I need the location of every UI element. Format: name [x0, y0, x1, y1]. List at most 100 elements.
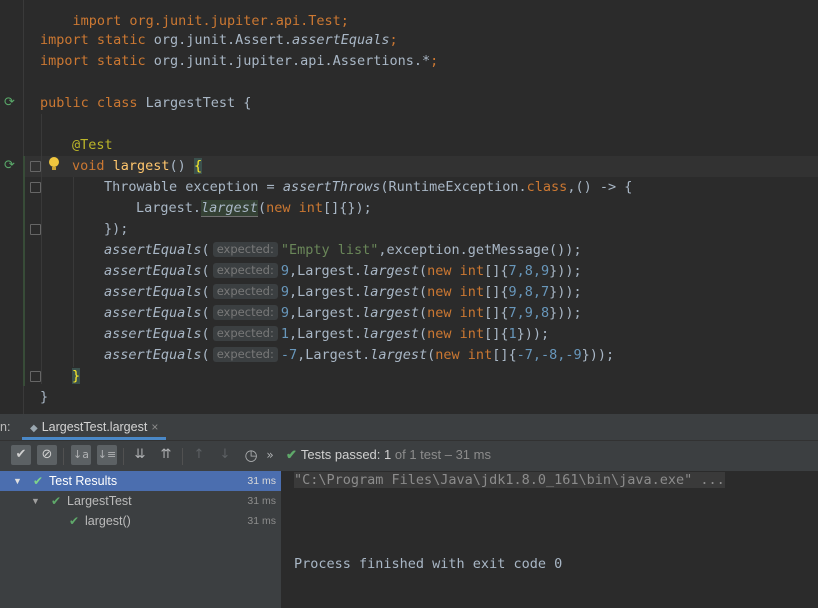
code-token: []{ — [484, 263, 509, 279]
code-token: assertEquals — [291, 32, 390, 48]
code-token: ( — [419, 263, 428, 279]
more-actions-button[interactable]: » — [264, 445, 276, 465]
code-line: import static org.junit.Assert.assertEqu… — [40, 30, 398, 51]
code-line: Largest.largest(new int[]{}); — [136, 198, 372, 219]
code-token: assertEquals — [104, 347, 202, 363]
tab-label: LargestTest.largest — [41, 420, 148, 434]
tree-item-test-results[interactable]: ▼ ✔ Test Results 31 ms — [0, 471, 281, 491]
code-token: new int — [435, 347, 493, 363]
code-token: []{}); — [322, 200, 372, 216]
fold-marker-icon[interactable] — [30, 371, 41, 382]
code-token: largest — [362, 263, 420, 279]
code-token: void — [72, 158, 113, 174]
previous-failed-button[interactable]: ↑ — [189, 445, 209, 465]
passed-check-icon: ✔ — [69, 514, 80, 528]
show-ignored-button[interactable]: ⊘ — [37, 445, 57, 465]
run-test-icon[interactable]: ⟳ — [4, 159, 18, 173]
fold-marker-icon[interactable] — [30, 161, 41, 172]
code-token: ; — [389, 32, 398, 48]
tool-window-title: n: — [0, 420, 11, 434]
code-token: 9 — [280, 263, 289, 279]
code-line: assertEquals(expected: 9,Largest.largest(… — [104, 261, 582, 282]
indent-guide — [41, 114, 42, 384]
tree-item-label: Test Results — [49, 474, 118, 488]
status-detail: of 1 test – 31 ms — [391, 447, 491, 462]
expand-arrow-icon[interactable]: ▼ — [13, 471, 22, 491]
code-token: public class — [40, 95, 146, 111]
code-token: 1 — [508, 326, 517, 342]
test-history-button[interactable]: ◷ — [241, 445, 261, 465]
code-token: ( — [201, 284, 210, 300]
run-tool-window: n: ◆ LargestTest.largest × ✔ ⊘ ↓a ↓≡ ⇊ ⇈ ↑… — [0, 414, 818, 608]
code-token: 9 — [280, 284, 289, 300]
code-token: })); — [516, 326, 550, 342]
sort-by-duration-button[interactable]: ↓≡ — [97, 445, 117, 465]
code-line: assertEquals(expected: "Empty list",excep… — [104, 240, 582, 261]
code-token: new int — [427, 305, 485, 321]
code-token: ( — [419, 284, 428, 300]
test-results-tree: ▼ ✔ Test Results 31 ms ▼ ✔ LargestTest 3… — [0, 471, 282, 608]
code-token: assertEquals — [104, 305, 202, 321]
next-failed-button[interactable]: ↓ — [215, 445, 235, 465]
code-token: ( — [257, 200, 267, 216]
collapse-all-button[interactable]: ⇈ — [156, 445, 176, 465]
parameter-hint: expected: — [212, 347, 278, 362]
tab-largesttest-largest[interactable]: ◆ LargestTest.largest × — [22, 414, 167, 440]
code-token: Throwable exception = — [104, 179, 283, 195]
code-token: 7,8,9 — [508, 263, 550, 279]
run-class-icon[interactable]: ⟳ — [4, 96, 18, 110]
expand-arrow-icon[interactable]: ▼ — [31, 491, 40, 511]
show-passed-button[interactable]: ✔ — [11, 445, 31, 465]
code-line: Throwable exception = assertThrows(Runti… — [104, 177, 632, 198]
code-token: }); — [104, 221, 129, 237]
code-token: 1 — [280, 326, 289, 342]
code-token: ( — [201, 305, 210, 321]
code-token: ,Largest. — [288, 326, 363, 342]
tree-item-label: LargestTest — [67, 494, 132, 508]
code-token: LargestTest { — [145, 95, 252, 111]
change-marker — [23, 156, 25, 386]
test-config-icon: ◆ — [30, 423, 38, 434]
fold-marker-icon[interactable] — [30, 224, 41, 235]
code-line: } — [40, 387, 48, 408]
console-output[interactable]: "C:\Program Files\Java\jdk1.8.0_161\bin\… — [282, 471, 818, 608]
status-label: Tests passed: — [300, 447, 385, 462]
code-token: assertEquals — [104, 242, 202, 258]
code-token: largest — [362, 305, 420, 321]
tree-item-largest[interactable]: ✔ largest() 31 ms — [0, 511, 281, 531]
code-token: largest — [362, 284, 420, 300]
toolbar-separator — [123, 448, 124, 465]
tree-item-duration: 31 ms — [247, 475, 276, 487]
close-icon[interactable]: × — [151, 420, 158, 434]
fold-marker-icon[interactable] — [30, 182, 41, 193]
code-token: () — [169, 158, 194, 174]
expand-all-button[interactable]: ⇊ — [130, 445, 150, 465]
code-token: largest — [362, 326, 420, 342]
indent-guide — [73, 177, 74, 367]
code-token: []{ — [484, 305, 509, 321]
code-token: ,exception.getMessage()); — [378, 242, 582, 258]
console-command-text: "C:\Program Files\Java\jdk1.8.0_161\bin\… — [294, 472, 725, 488]
code-token: ,Largest. — [288, 263, 363, 279]
code-token: assertEquals — [104, 326, 202, 342]
code-token: import org.junit.jupiter.api.Test; — [72, 13, 349, 29]
code-line: public class LargestTest { — [40, 93, 251, 114]
code-line: assertEquals(expected: 9,Largest.largest(… — [104, 303, 582, 324]
sort-alphabetically-button[interactable]: ↓a — [71, 445, 91, 465]
console-command-line[interactable]: "C:\Program Files\Java\jdk1.8.0_161\bin\… — [294, 472, 725, 488]
lightbulb-icon[interactable] — [48, 156, 60, 172]
code-token: ( — [201, 326, 210, 342]
code-token: largest — [201, 200, 258, 217]
code-token: []{ — [492, 347, 517, 363]
code-token: ,Largest. — [288, 305, 363, 321]
code-token: ; — [430, 53, 439, 69]
code-editor[interactable]: ⟳ ⟳ import org.junit.jupiter.api.Test; i… — [0, 0, 818, 414]
tree-item-largesttest[interactable]: ▼ ✔ LargestTest 31 ms — [0, 491, 281, 511]
code-token: })); — [549, 305, 582, 321]
toolbar-separator — [63, 448, 64, 465]
code-token: ( — [419, 326, 428, 342]
code-token: @Test — [72, 137, 113, 153]
code-token: ( — [201, 263, 210, 279]
code-token: (RuntimeException. — [380, 179, 527, 195]
code-token: } — [40, 389, 49, 405]
